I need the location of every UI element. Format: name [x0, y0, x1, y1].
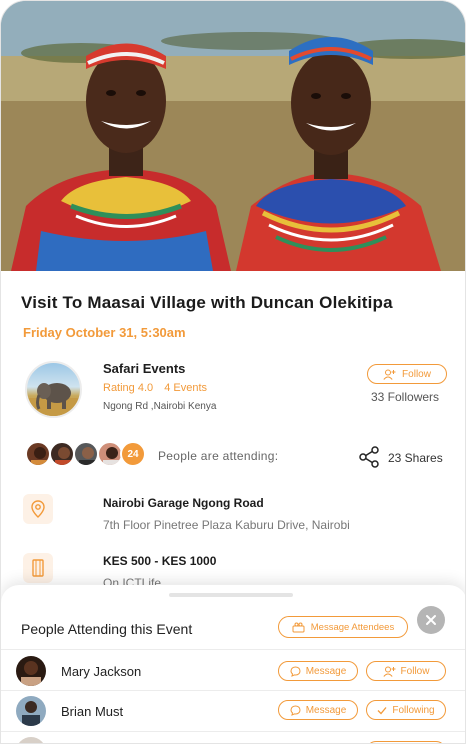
event-title: Visit To Maasai Village with Duncan Olek… [21, 293, 393, 312]
shares-count[interactable]: 23 Shares [388, 451, 443, 465]
checkmark-icon [377, 706, 387, 714]
message-button[interactable]: Message [278, 661, 358, 681]
event-date: Friday October 31, 5:30am [23, 325, 186, 340]
following-label: Following [392, 704, 435, 716]
more-attendees-badge[interactable]: 24 [120, 441, 146, 467]
organizer-avatar[interactable] [25, 361, 82, 418]
sheet-title: People Attending this Event [21, 621, 193, 637]
close-icon [426, 615, 436, 625]
attendee-row[interactable]: Brian Must Message Following [1, 691, 465, 731]
attendees-sheet: People Attending this Event Message Atte… [1, 585, 465, 743]
divider [1, 731, 465, 732]
ticket-icon-box [23, 553, 53, 583]
follow-organizer-button[interactable]: Follow [367, 364, 447, 384]
message-button[interactable]: Message [278, 700, 358, 720]
message-label: Message [305, 704, 347, 716]
share-icon[interactable] [357, 445, 381, 469]
following-button[interactable]: Following [366, 700, 446, 720]
add-user-icon [382, 666, 396, 677]
close-sheet-button[interactable] [417, 606, 445, 634]
venue-name[interactable]: Nairobi Garage Ngong Road [103, 496, 264, 510]
attending-label: People are attending: [158, 449, 279, 463]
attendee-name[interactable]: Brian Must [61, 704, 123, 719]
avatar[interactable] [16, 656, 46, 686]
location-pin-icon [31, 500, 45, 518]
divider [1, 649, 465, 650]
ticket-icon [32, 559, 44, 577]
sheet-drag-handle[interactable] [169, 593, 293, 597]
message-label: Message [305, 665, 347, 677]
organizer-stats: Rating 4.0 4 Events [103, 382, 207, 394]
organizer-name[interactable]: Safari Events [103, 361, 185, 376]
avatar[interactable] [16, 737, 46, 743]
group-icon [292, 622, 305, 632]
venue-address: 7th Floor Pinetree Plaza Kaburu Drive, N… [103, 518, 350, 532]
location-icon-box [23, 494, 53, 524]
avatar[interactable] [16, 696, 46, 726]
message-attendees-label: Message Attendees [310, 621, 395, 633]
attendee-avatar [25, 441, 51, 467]
chat-bubble-icon [290, 704, 301, 716]
organizer-rating: Rating 4.0 [103, 382, 154, 394]
organizer-events-count: 4 Events [164, 382, 208, 394]
follow-button[interactable]: Follow [366, 661, 446, 681]
attendee-avatar [73, 441, 99, 467]
attendee-name[interactable]: Mary Jackson [61, 664, 141, 679]
ticket-price: KES 500 - KES 1000 [103, 554, 217, 568]
message-attendees-button[interactable]: Message Attendees [278, 616, 408, 638]
follow-label: Follow [400, 665, 430, 677]
attendee-avatar [49, 441, 75, 467]
add-user-icon [383, 369, 396, 380]
chat-bubble-icon [290, 665, 301, 677]
organizer-address: Ngong Rd ,Nairobi Kenya [103, 401, 217, 412]
event-hero-image [1, 1, 465, 271]
followers-count: 33 Followers [371, 390, 440, 404]
attendee-row[interactable]: Mary Jackson Message Follow [1, 651, 465, 691]
follow-label: Follow [402, 368, 431, 380]
event-screen: Visit To Maasai Village with Duncan Olek… [0, 0, 466, 744]
